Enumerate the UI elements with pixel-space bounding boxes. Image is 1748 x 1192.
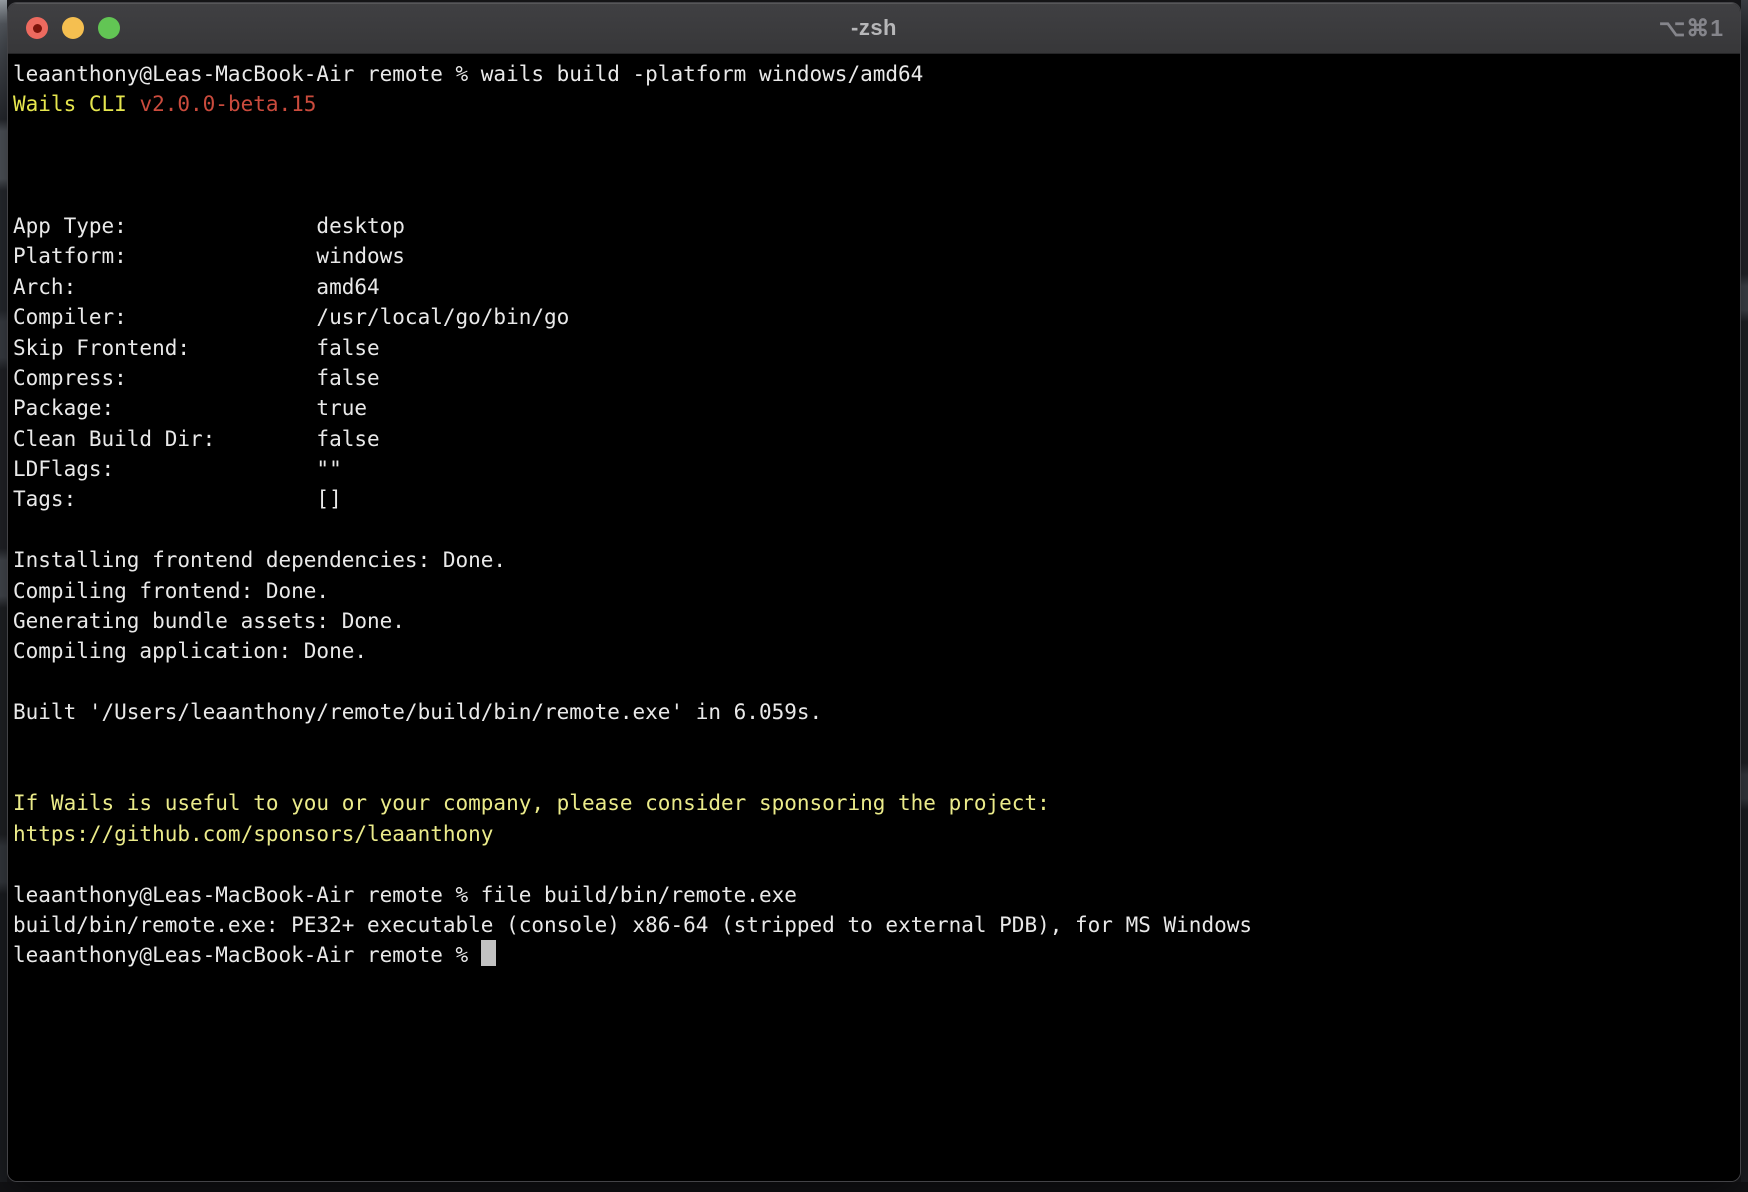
terminal-line: build/bin/remote.exe: PE32+ executable (… bbox=[13, 910, 1735, 940]
traffic-lights bbox=[26, 17, 120, 39]
terminal-line: LDFlags: "" bbox=[13, 454, 1735, 484]
terminal-line: Compiling application: Done. bbox=[13, 636, 1735, 666]
terminal-line: leaanthony@Leas-MacBook-Air remote % fil… bbox=[13, 880, 1735, 910]
terminal-line: leaanthony@Leas-MacBook-Air remote % bbox=[13, 940, 1735, 970]
terminal-line bbox=[13, 758, 1735, 788]
terminal-line bbox=[13, 515, 1735, 545]
background-window-sliver-right bbox=[1741, 0, 1748, 1192]
terminal-line: Installing frontend dependencies: Done. bbox=[13, 545, 1735, 575]
terminal-output[interactable]: leaanthony@Leas-MacBook-Air remote % wai… bbox=[8, 54, 1740, 1181]
terminal-line bbox=[13, 181, 1735, 211]
close-button[interactable] bbox=[26, 17, 48, 39]
terminal-line: Clean Build Dir: false bbox=[13, 424, 1735, 454]
titlebar[interactable]: -zsh ⌥⌘1 bbox=[8, 3, 1740, 54]
terminal-line bbox=[13, 120, 1735, 150]
window-shortcut-badge: ⌥⌘1 bbox=[1659, 3, 1724, 53]
terminal-line: App Type: desktop bbox=[13, 211, 1735, 241]
terminal-line: If Wails is useful to you or your compan… bbox=[13, 788, 1735, 818]
terminal-line bbox=[13, 728, 1735, 758]
desktop-background-strip bbox=[0, 1182, 1748, 1192]
window-title: -zsh bbox=[8, 3, 1740, 53]
terminal-line: leaanthony@Leas-MacBook-Air remote % wai… bbox=[13, 59, 1735, 89]
terminal-line: https://github.com/sponsors/leaanthony bbox=[13, 819, 1735, 849]
terminal-line: Skip Frontend: false bbox=[13, 333, 1735, 363]
background-window-sliver-left bbox=[0, 0, 7, 1192]
terminal-line: Built '/Users/leaanthony/remote/build/bi… bbox=[13, 697, 1735, 727]
close-button-modified-dot bbox=[33, 24, 42, 33]
terminal-line: Compress: false bbox=[13, 363, 1735, 393]
terminal-line: Arch: amd64 bbox=[13, 272, 1735, 302]
terminal-line: Wails CLI v2.0.0-beta.15 bbox=[13, 89, 1735, 119]
terminal-cursor bbox=[481, 940, 496, 966]
terminal-line: Package: true bbox=[13, 393, 1735, 423]
terminal-line: Generating bundle assets: Done. bbox=[13, 606, 1735, 636]
zoom-button[interactable] bbox=[98, 17, 120, 39]
terminal-line bbox=[13, 667, 1735, 697]
minimize-button[interactable] bbox=[62, 17, 84, 39]
terminal-line: Compiler: /usr/local/go/bin/go bbox=[13, 302, 1735, 332]
terminal-line: Platform: windows bbox=[13, 241, 1735, 271]
terminal-line bbox=[13, 150, 1735, 180]
terminal-line: Tags: [] bbox=[13, 484, 1735, 514]
terminal-window: -zsh ⌥⌘1 leaanthony@Leas-MacBook-Air rem… bbox=[7, 2, 1741, 1182]
terminal-line: Compiling frontend: Done. bbox=[13, 576, 1735, 606]
terminal-line bbox=[13, 849, 1735, 879]
